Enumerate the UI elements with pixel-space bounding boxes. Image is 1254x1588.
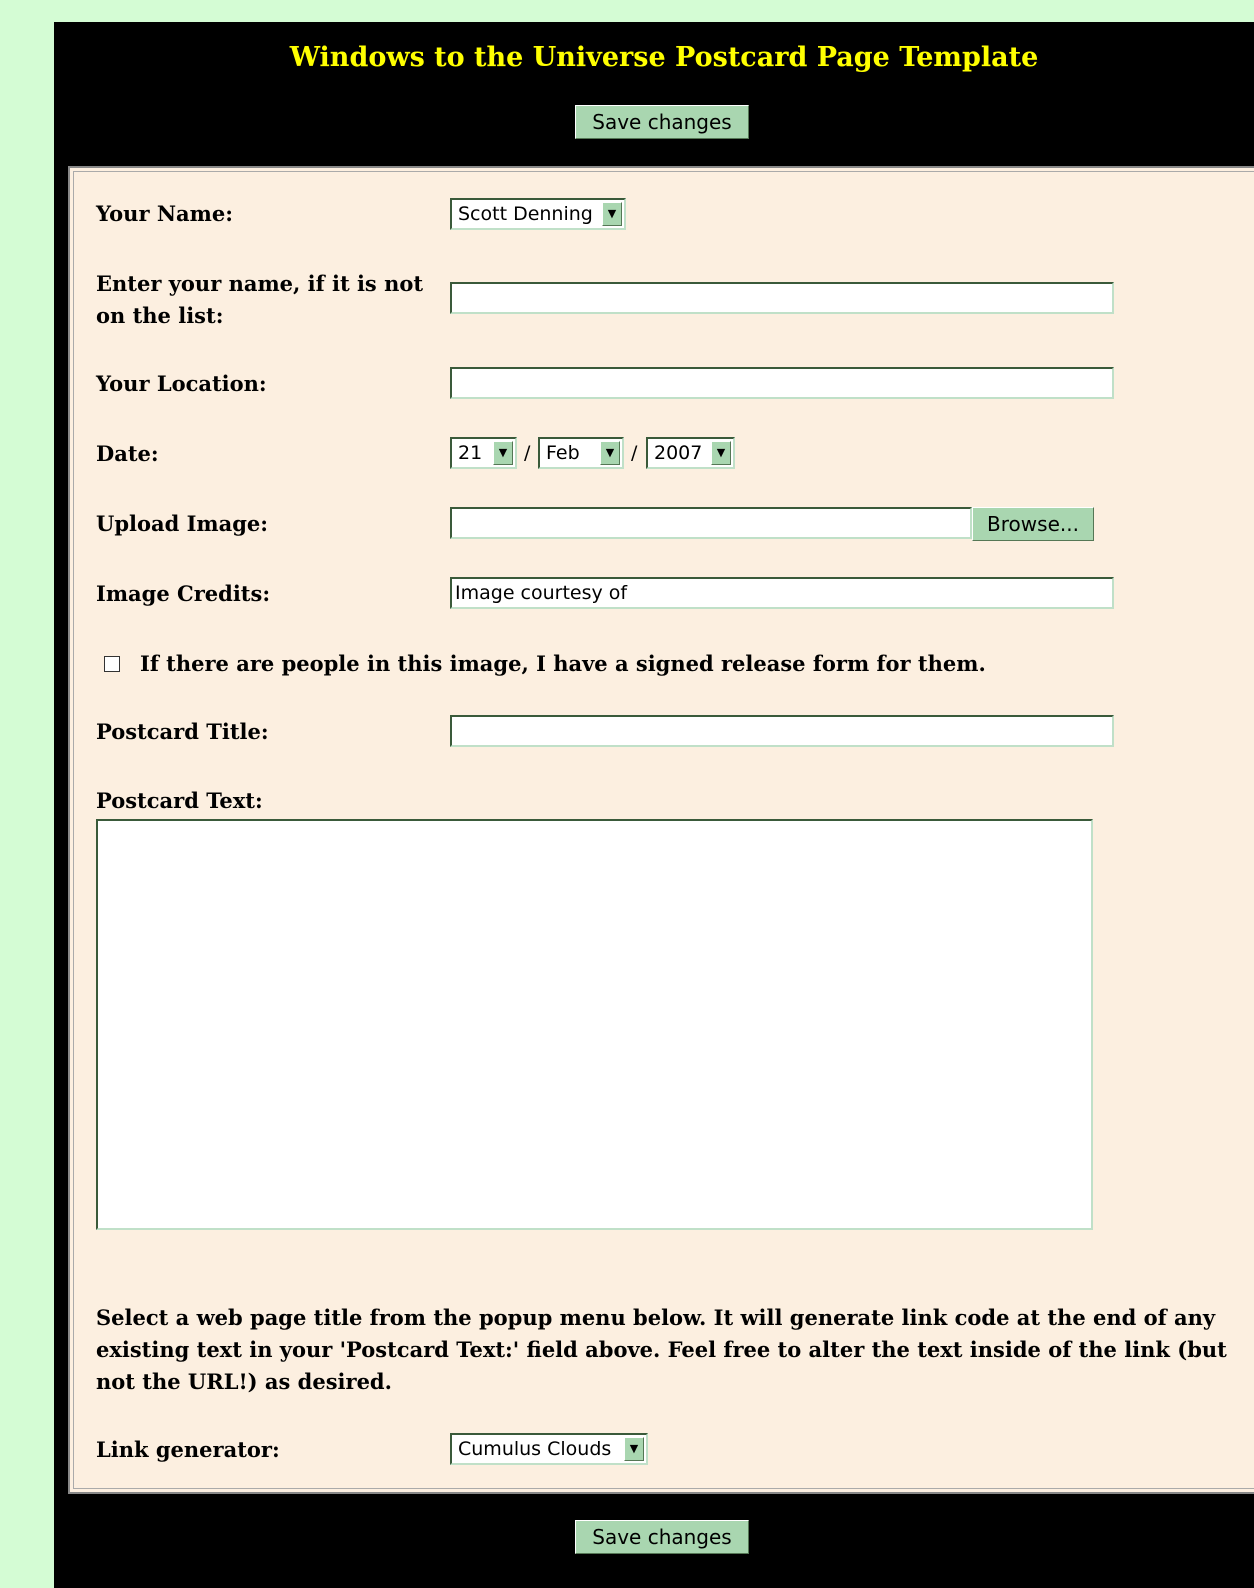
page-title: Windows to the Universe Postcard Page Te… [289,42,1039,73]
save-changes-button-top[interactable]: Save changes [575,105,749,139]
other-name-label-line1: Enter your name, if it is not [96,271,424,296]
link-generator-value: Cumulus Clouds [458,1438,612,1460]
credits-label: Image Credits: [96,581,271,606]
upload-input[interactable] [450,507,972,539]
link-generator-label: Link generator: [96,1437,280,1462]
link-instructions: Select a web page title from the popup m… [96,1305,1227,1394]
date-day-select[interactable]: 21 ▼ [450,437,517,469]
chevron-down-icon[interactable]: ▼ [602,202,622,226]
page-frame: Windows to the Universe Postcard Page Te… [54,22,1254,1588]
upload-label: Upload Image: [96,511,269,536]
chevron-down-icon[interactable]: ▼ [711,441,731,465]
date-year-select[interactable]: 2007 ▼ [646,437,735,469]
link-generator-select[interactable]: Cumulus Clouds ▼ [450,1433,648,1465]
postcard-title-input[interactable] [450,715,1114,747]
release-label: If there are people in this image, I hav… [140,651,986,676]
postcard-text-label: Postcard Text: [96,788,263,813]
name-select[interactable]: Scott Denning ▼ [450,198,626,230]
credits-input[interactable]: Image courtesy of [450,577,1114,609]
date-day-value: 21 [458,442,483,464]
date-separator: / [631,442,638,464]
postcard-title-label: Postcard Title: [96,719,269,744]
location-label: Your Location: [96,371,267,396]
browse-button[interactable]: Browse... [972,507,1094,541]
date-month-value: Feb [546,442,580,464]
other-name-label-line2: on the list: [96,303,224,328]
save-changes-button-bottom[interactable]: Save changes [575,1520,749,1554]
postcard-text-area[interactable] [96,819,1093,1230]
name-label: Your Name: [96,201,233,226]
location-input[interactable] [450,367,1114,399]
date-label: Date: [96,441,159,466]
release-checkbox[interactable] [104,656,120,672]
chevron-down-icon[interactable]: ▼ [493,441,513,465]
chevron-down-icon[interactable]: ▼ [600,441,620,465]
name-select-value: Scott Denning [458,203,593,225]
form-panel: Your Name: Scott Denning ▼ Enter your na… [68,166,1254,1494]
date-month-select[interactable]: Feb ▼ [538,437,624,469]
date-year-value: 2007 [654,442,703,464]
chevron-down-icon[interactable]: ▼ [624,1437,644,1461]
date-separator: / [524,442,531,464]
other-name-input[interactable] [450,282,1114,314]
